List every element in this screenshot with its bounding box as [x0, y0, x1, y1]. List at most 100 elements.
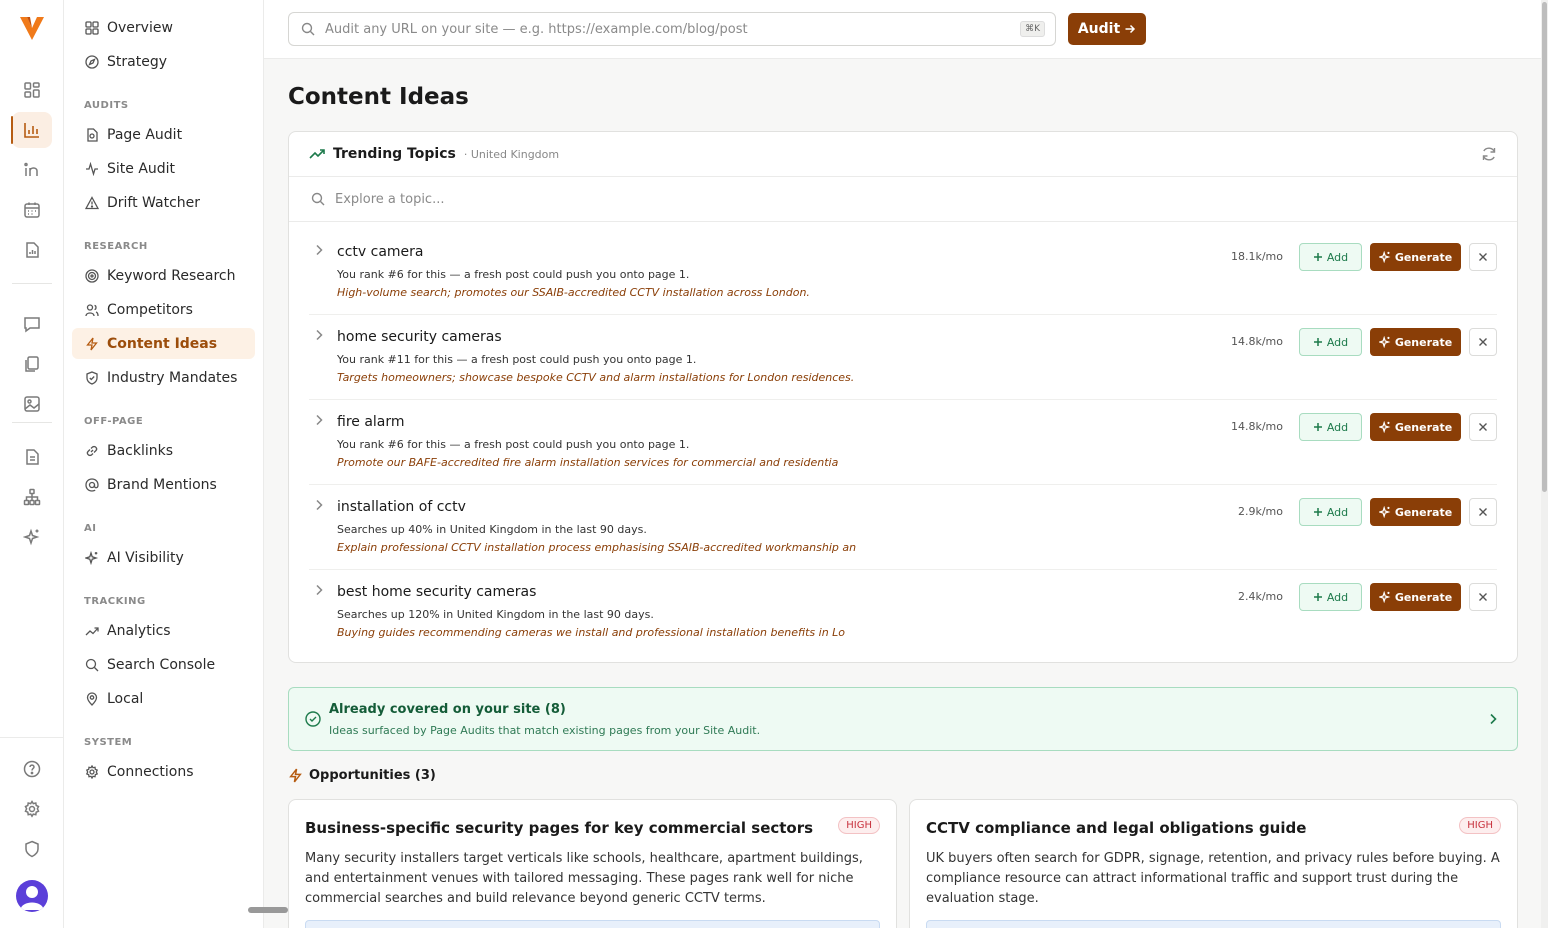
topic-row: best home security cameras Searches up 1…	[289, 570, 1517, 655]
dismiss-button[interactable]	[1469, 413, 1497, 441]
sidebar-item-label: Competitors	[107, 301, 193, 318]
opportunities-header: Opportunities (3)	[288, 768, 436, 783]
message-icon[interactable]	[12, 306, 52, 342]
avatar[interactable]	[16, 880, 48, 912]
sidebar-item-label: Backlinks	[107, 442, 174, 459]
page-scrollbar[interactable]	[1541, 0, 1548, 928]
topic-rank-info: You rank #11 for this — a fresh post cou…	[337, 353, 697, 366]
add-topic-button[interactable]: Add	[1299, 328, 1362, 356]
dismiss-button[interactable]	[1469, 498, 1497, 526]
generate-label: Generate	[1394, 505, 1453, 519]
help-icon[interactable]	[12, 751, 52, 787]
settings-icon[interactable]	[12, 791, 52, 827]
close-icon	[1478, 337, 1488, 347]
generate-button[interactable]: Generate	[1370, 243, 1461, 271]
shield-check-icon	[84, 370, 99, 385]
generate-label: Generate	[1394, 420, 1453, 434]
shield-icon[interactable]	[12, 831, 52, 867]
add-label: Add	[1326, 335, 1349, 349]
pulse-icon	[84, 161, 99, 176]
topic-row: fire alarm You rank #6 for this — a fres…	[289, 400, 1517, 485]
topic-search-input[interactable]	[335, 191, 1517, 207]
generate-button[interactable]: Generate	[1370, 498, 1461, 526]
warning-icon	[84, 195, 99, 210]
chevron-right-icon[interactable]	[313, 414, 325, 426]
close-icon	[1478, 422, 1488, 432]
sidebar-item-label: Brand Mentions	[107, 476, 217, 493]
sidebar-item-local[interactable]: Local	[72, 683, 255, 714]
add-topic-button[interactable]: Add	[1299, 498, 1362, 526]
topic-keyword: fire alarm	[337, 414, 405, 430]
section-label-audits: AUDITS	[84, 100, 129, 111]
linkedin-icon[interactable]	[12, 152, 52, 188]
link-icon	[84, 443, 99, 458]
sidebar-item-overview[interactable]: Overview	[72, 12, 255, 43]
generate-button[interactable]: Generate	[1370, 413, 1461, 441]
sidebar-item-site-audit[interactable]: Site Audit	[72, 153, 255, 184]
trending-up-icon	[84, 623, 99, 638]
dashboard-icon[interactable]	[12, 72, 52, 108]
add-topic-button[interactable]: Add	[1299, 583, 1362, 611]
sidebar-item-page-audit[interactable]: Page Audit	[72, 119, 255, 150]
sparkles-icon	[84, 550, 99, 565]
topic-volume: 2.4k/mo	[1237, 590, 1283, 603]
report-icon[interactable]	[12, 232, 52, 268]
sidebar: Overview Strategy AUDITS Page Audit Site…	[64, 0, 288, 928]
topic-rank-info: Searches up 40% in United Kingdom in the…	[337, 523, 647, 536]
opportunity-title: CCTV compliance and legal obligations gu…	[926, 819, 1307, 837]
sidebar-item-analytics[interactable]: Analytics	[72, 615, 255, 646]
logo-icon[interactable]	[17, 13, 47, 43]
plus-icon	[1313, 337, 1323, 347]
sidebar-item-drift-watcher[interactable]: Drift Watcher	[72, 187, 255, 218]
opportunity-card[interactable]: Business-specific security pages for key…	[288, 799, 897, 928]
opportunity-action-area[interactable]	[305, 920, 880, 928]
dismiss-button[interactable]	[1469, 328, 1497, 356]
scrollbar-thumb[interactable]	[1542, 2, 1547, 492]
sidebar-item-content-ideas[interactable]: Content Ideas	[72, 328, 255, 359]
generate-button[interactable]: Generate	[1370, 328, 1461, 356]
sidebar-item-search-console[interactable]: Search Console	[72, 649, 255, 680]
opportunity-action-area[interactable]	[926, 920, 1501, 928]
sidebar-item-keyword-research[interactable]: Keyword Research	[72, 260, 255, 291]
generate-label: Generate	[1394, 590, 1453, 604]
file-text-icon[interactable]	[12, 439, 52, 475]
audit-button[interactable]: Audit	[1068, 13, 1146, 45]
add-topic-button[interactable]: Add	[1299, 413, 1362, 441]
already-covered-banner[interactable]: Already covered on your site (8) Ideas s…	[288, 687, 1518, 751]
opportunity-card[interactable]: CCTV compliance and legal obligations gu…	[909, 799, 1518, 928]
search-icon	[84, 657, 99, 672]
chevron-right-icon[interactable]	[313, 499, 325, 511]
sidebar-item-backlinks[interactable]: Backlinks	[72, 435, 255, 466]
sidebar-item-label: Content Ideas	[107, 335, 218, 352]
sidebar-item-connections[interactable]: Connections	[72, 756, 255, 787]
add-topic-button[interactable]: Add	[1299, 243, 1362, 271]
dismiss-button[interactable]	[1469, 583, 1497, 611]
chevron-right-icon[interactable]	[313, 329, 325, 341]
generate-label: Generate	[1394, 250, 1453, 264]
chevron-right-icon[interactable]	[313, 584, 325, 596]
trending-header: Trending Topics · United Kingdom	[289, 132, 1517, 177]
sidebar-item-strategy[interactable]: Strategy	[72, 46, 255, 77]
calendar-icon[interactable]	[12, 192, 52, 228]
sidebar-item-competitors[interactable]: Competitors	[72, 294, 255, 325]
sidebar-item-industry-mandates[interactable]: Industry Mandates	[72, 362, 255, 393]
chart-bar-icon[interactable]	[11, 112, 52, 148]
documents-icon[interactable]	[12, 346, 52, 382]
url-audit-input[interactable]	[325, 21, 1055, 37]
dismiss-button[interactable]	[1469, 243, 1497, 271]
chevron-right-icon[interactable]	[313, 244, 325, 256]
sidebar-item-brand-mentions[interactable]: Brand Mentions	[72, 469, 255, 500]
refresh-icon[interactable]	[1481, 146, 1497, 162]
topic-rank-info: Searches up 120% in United Kingdom in th…	[337, 608, 654, 621]
chevron-right-icon	[1487, 713, 1499, 725]
sidebar-item-ai-visibility[interactable]: AI Visibility	[72, 542, 255, 573]
sparkles-icon[interactable]	[12, 519, 52, 555]
sitemap-icon[interactable]	[12, 479, 52, 515]
generate-label: Generate	[1394, 335, 1453, 349]
topic-rank-info: You rank #6 for this — a fresh post coul…	[337, 438, 690, 451]
image-icon[interactable]	[12, 386, 52, 422]
topic-volume: 2.9k/mo	[1237, 505, 1283, 518]
sparkles-icon	[1378, 336, 1391, 348]
main-content: Content Ideas Trending Topics · United K…	[264, 59, 1541, 928]
generate-button[interactable]: Generate	[1370, 583, 1461, 611]
